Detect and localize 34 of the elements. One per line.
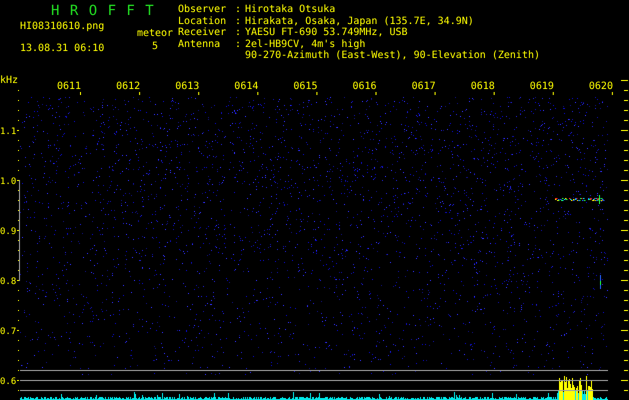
time-label: 0615 — [293, 81, 318, 92]
time-label: 0613 — [175, 81, 200, 92]
meteor-count: 5 — [152, 41, 158, 53]
time-label: 0614 — [234, 81, 258, 92]
frequency-label: 0.8 — [0, 277, 16, 287]
info-value: 2el-HB9CV, 4m's high — [245, 38, 366, 50]
timestamp: 13.08.31 06:10 — [20, 43, 106, 55]
time-label: 0611 — [57, 81, 82, 92]
time-label: 0616 — [352, 81, 377, 92]
file-name: HI08310610.png — [20, 21, 106, 33]
meteor-label: meteor — [136, 28, 174, 40]
frequency-label: 1.1 — [0, 127, 16, 137]
frequency-label: 0.9 — [0, 227, 16, 237]
info-separator: : — [235, 38, 242, 50]
frequency-label: 0.7 — [0, 327, 16, 337]
frequency-label: 1.0 — [0, 177, 16, 187]
time-label: 0618 — [470, 81, 495, 92]
info-label: Receiver — [178, 27, 228, 39]
time-label: 0612 — [116, 81, 140, 92]
info-separator: : — [235, 27, 242, 39]
time-label: 0620 — [588, 81, 613, 92]
info-separator: : — [235, 16, 242, 28]
info-value: Hirotaka Otsuka — [245, 4, 336, 16]
info-label: Observer — [178, 4, 228, 16]
info-value: 90-270-Azimuth (East-West), 90-Elevation (Zenith) — [245, 50, 540, 62]
info-value: Hirakata, Osaka, Japan (135.7E, 34.9N) — [245, 16, 475, 28]
frequency-label: 0.6 — [0, 377, 16, 387]
info-value: YAESU FT-690 53.749MHz, USB — [245, 27, 409, 39]
unit-label: kHz — [0, 75, 18, 86]
info-label: Antenna — [178, 38, 222, 50]
time-label: 0619 — [530, 81, 554, 92]
time-label: 0617 — [412, 81, 436, 92]
info-label: Location — [178, 16, 228, 27]
info-separator: : — [235, 4, 242, 16]
